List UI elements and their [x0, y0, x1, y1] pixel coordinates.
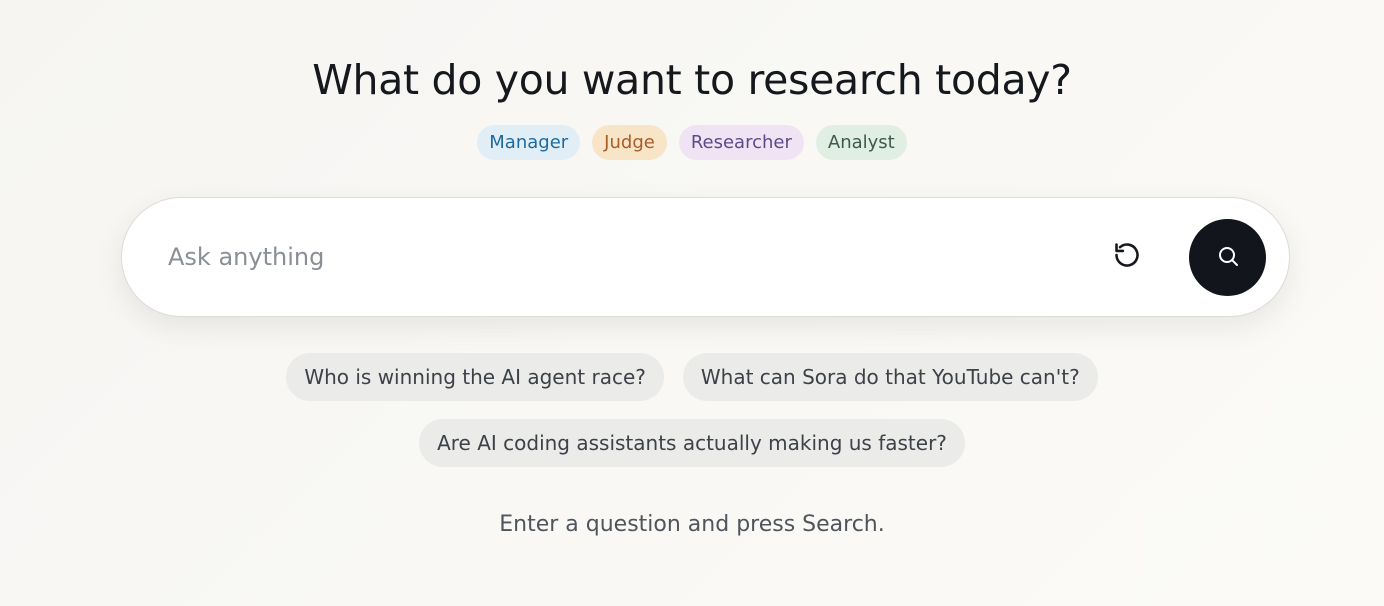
role-tag-analyst: Analyst — [815, 125, 907, 160]
search-input[interactable] — [168, 228, 1088, 286]
research-page: What do you want to research today? Mana… — [0, 0, 1384, 606]
role-tag-judge: Judge — [592, 125, 667, 160]
search-icon — [1216, 244, 1240, 271]
page-title: What do you want to research today? — [312, 56, 1072, 104]
suggestion-list: Who is winning the AI agent race? What c… — [0, 353, 1384, 467]
search-button[interactable] — [1189, 219, 1266, 296]
suggestion-chip[interactable]: Are AI coding assistants actually making… — [419, 419, 965, 467]
reset-button[interactable] — [1107, 236, 1147, 276]
status-hint: Enter a question and press Search. — [499, 512, 885, 537]
reset-icon — [1113, 241, 1141, 272]
role-tag-manager: Manager — [477, 125, 581, 160]
search-bar — [121, 197, 1290, 317]
role-tags: Manager Judge Researcher Analyst — [0, 125, 1384, 160]
suggestion-chip[interactable]: What can Sora do that YouTube can't? — [682, 353, 1098, 401]
role-tag-researcher: Researcher — [678, 125, 804, 160]
suggestion-chip[interactable]: Who is winning the AI agent race? — [286, 353, 664, 401]
